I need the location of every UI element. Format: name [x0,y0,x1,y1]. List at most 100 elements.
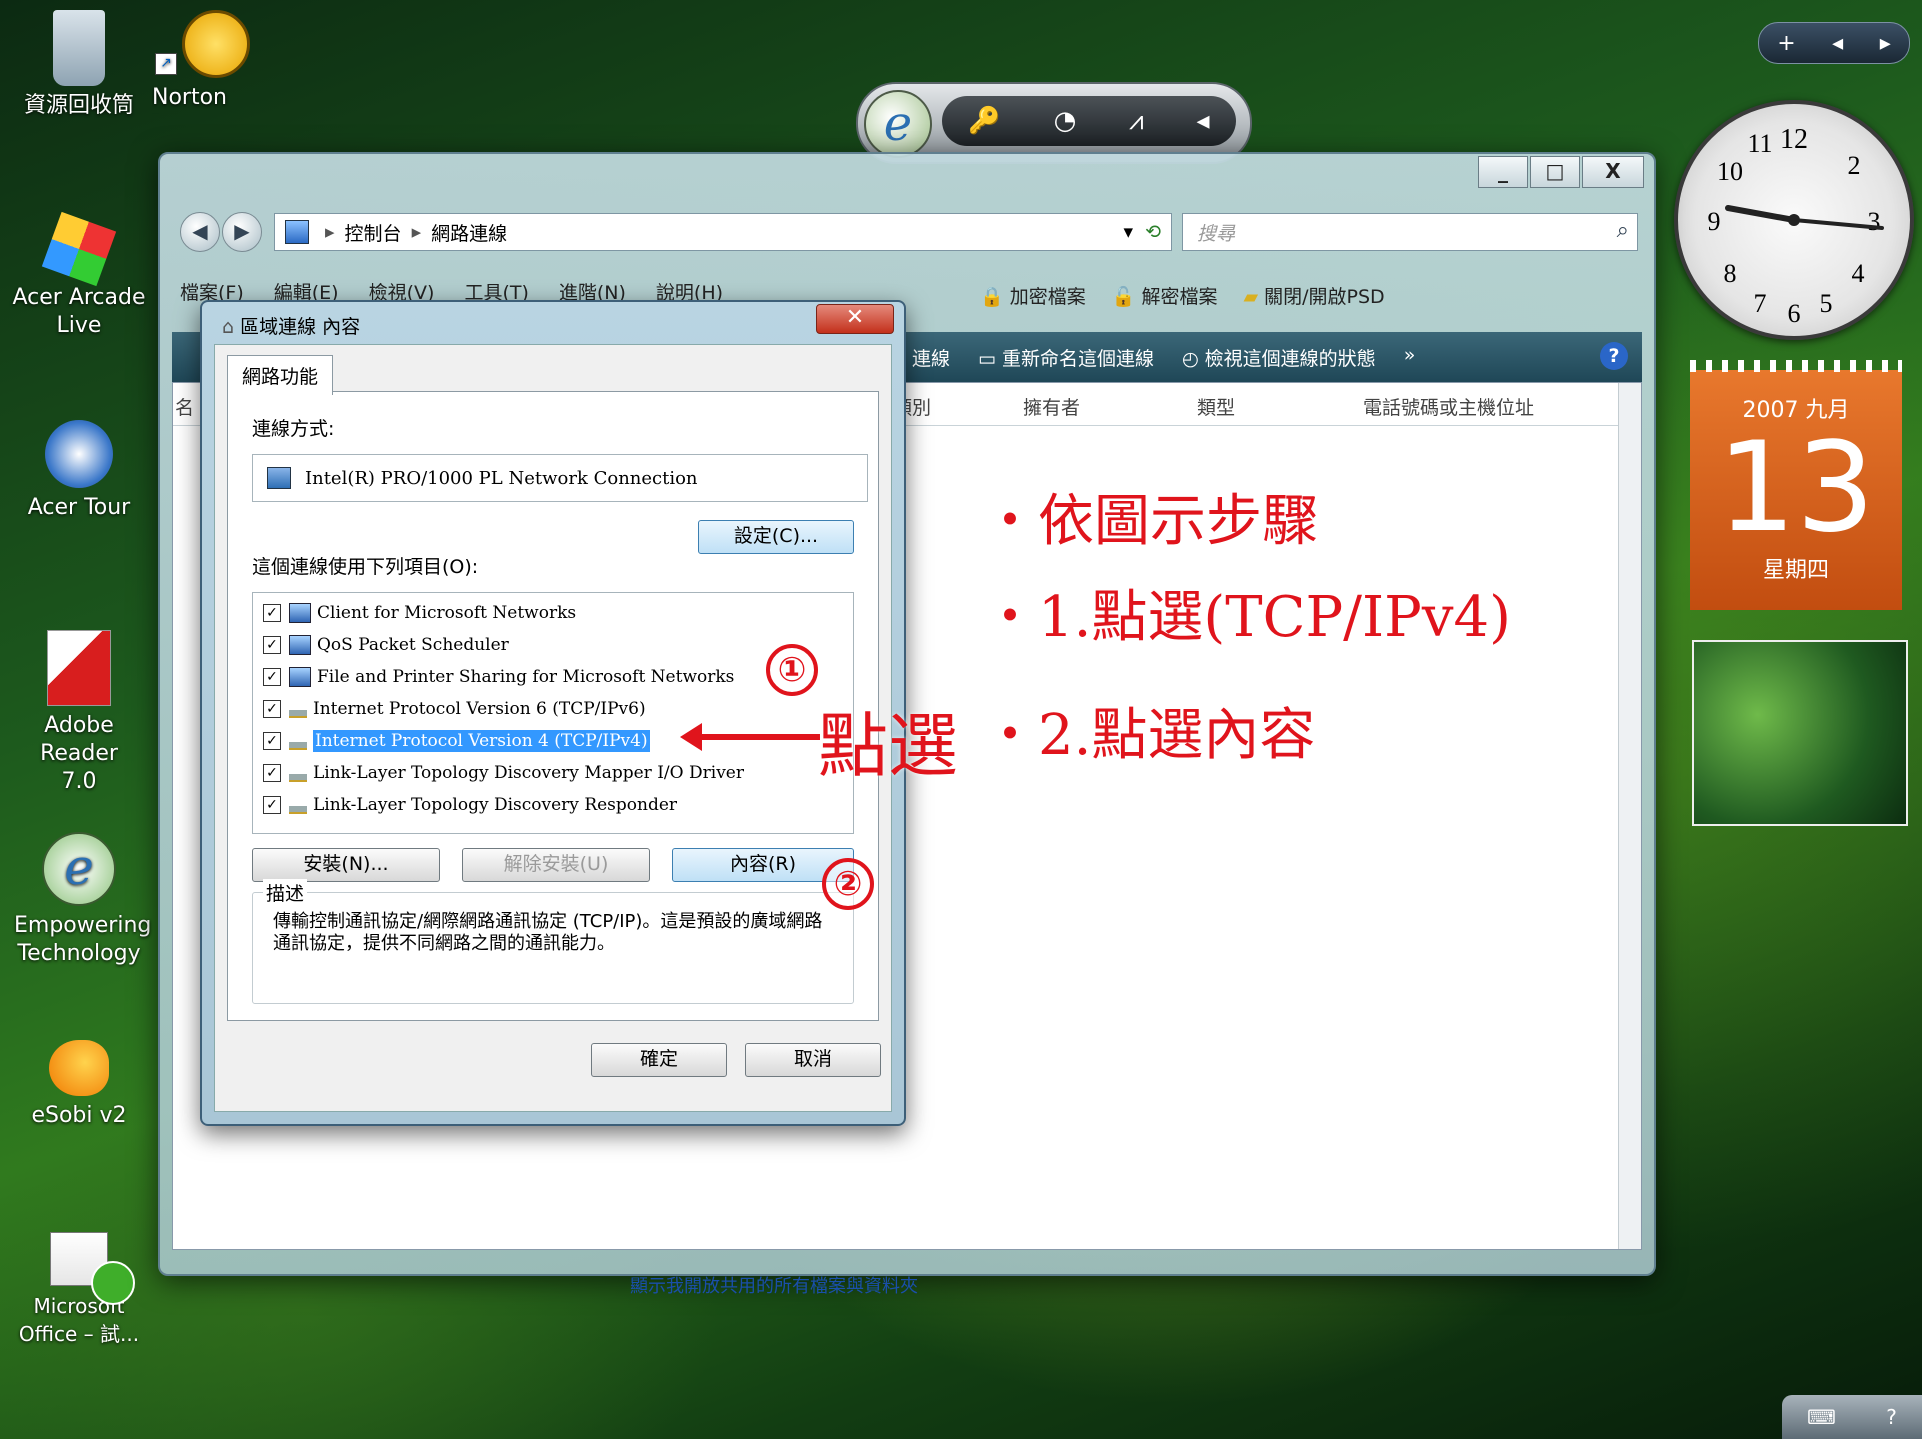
pointer-arrow [680,723,820,751]
checkbox[interactable]: ✓ [263,636,281,654]
clock-number: 4 [1852,259,1865,288]
install-button[interactable]: 安裝(N)... [252,848,440,882]
clock-gadget[interactable]: 12 2 3 4 5 6 7 8 9 10 11 [1674,100,1914,340]
list-item[interactable]: ✓ Internet Protocol Version 6 (TCP/IPv6) [253,693,853,725]
list-item[interactable]: ✓ Link-Layer Topology Discovery Responde… [253,789,853,821]
desktop-icon-label: Microsoft Office – 試... [18,1294,140,1346]
calendar-gadget[interactable]: 2007 九月 13 星期四 [1690,360,1902,610]
checkbox[interactable]: ✓ [263,732,281,750]
shortcut-arrow-icon: ↗ [155,53,177,75]
adapter-name: Intel(R) PRO/1000 PL Network Connection [305,467,698,489]
sidebar-controls: + ◂ ▸ [1758,22,1910,64]
cancel-button[interactable]: 取消 [745,1043,881,1077]
breadcrumb-control-panel[interactable]: 控制台 [345,219,402,246]
uninstall-button[interactable]: 解除安裝(U) [462,848,650,882]
refresh-icon[interactable]: ⟲ [1145,221,1161,243]
desktop-icon-norton[interactable]: ↗ Norton Intern [152,10,272,114]
breadcrumb-separator: ▸ [411,221,422,243]
status-icon: ◴ [1182,348,1199,370]
adobe-reader-icon [47,630,111,706]
play-circle-icon [91,1261,135,1305]
network-adapter-icon [267,467,291,489]
graph-icon[interactable]: ⩘ [1129,106,1144,137]
breadcrumb-separator: ▸ [325,221,335,243]
instruction-bullet-2: ・1.點選(TCP/IPv4) [982,585,1511,650]
breadcrumb-network-connections[interactable]: 網路連線 [431,219,507,246]
column-name[interactable]: 名 [175,393,194,420]
forward-button[interactable]: ▶ [222,212,262,252]
tab-networking[interactable]: 網路功能 [227,355,334,395]
desktop-icon-recycle-bin[interactable]: 資源回收筒 [4,10,154,120]
folder-icon: ▰ [1243,286,1259,308]
maximize-button[interactable]: □ [1530,156,1580,188]
help-icon[interactable]: ? [1600,342,1628,370]
search-icon[interactable]: ⌕ [1617,218,1629,243]
desktop-icon-empowering[interactable]: e Empowering Technology [4,832,154,968]
clock-number: 5 [1820,289,1833,318]
network-icon[interactable]: ◔ [1054,106,1077,136]
list-item[interactable]: ✓ File and Printer Sharing for Microsoft… [253,661,853,693]
connect-using-label: 連線方式: [252,418,335,440]
help-icon[interactable]: ? [1886,1405,1897,1429]
ms-office-trial-icon [50,1232,135,1305]
service-icon [289,667,311,687]
clock-number: 10 [1717,157,1743,186]
internet-explorer-icon[interactable]: e [864,90,932,158]
checkbox[interactable]: ✓ [263,796,281,814]
view-status-button[interactable]: ◴ 檢視這個連線的狀態 [1182,344,1376,371]
show-shared-files-link[interactable]: 顯示我開放共用的所有檔案與資料夾 [630,1272,918,1298]
step-1-marker: ① [766,644,818,696]
desktop-icon-label: Acer Arcade Live [12,285,146,338]
slideshow-gadget[interactable] [1692,640,1908,826]
lock-icon: 🔒 [980,286,1004,308]
list-item-selected-tcp-ipv4[interactable]: ✓ Internet Protocol Version 4 (TCP/IPv4) [253,725,853,757]
column-type[interactable]: 類型 [1197,393,1235,420]
desktop-icon-acer-arcade[interactable]: Acer Arcade Live [4,211,154,340]
desktop-icon-acer-tour[interactable]: Acer Tour [4,420,154,522]
desktop-icon-esobi[interactable]: eSobi v2 [4,1040,154,1130]
key-icon[interactable]: 🔑 [968,106,1000,136]
dialog-close-button[interactable]: ✕ [816,304,894,334]
recycle-bin-icon [53,10,105,86]
column-owner[interactable]: 擁有者 [1023,393,1080,420]
encrypt-file-button[interactable]: 🔒 加密檔案 [980,282,1086,309]
rename-icon: ▭ [978,348,996,370]
dropdown-arrow-icon[interactable]: ▾ [1124,221,1134,243]
configure-button[interactable]: 設定(C)... [698,520,854,554]
components-list[interactable]: ✓ Client for Microsoft Networks ✓ QoS Pa… [252,592,854,834]
ok-button[interactable]: 確定 [591,1043,727,1077]
command-connection[interactable]: 連線 [912,344,950,371]
decrypt-file-button[interactable]: 🔓 解密檔案 [1112,282,1218,309]
local-area-connection-properties-dialog[interactable]: ⌂ 區域連線 內容 ✕ 網路功能 連線方式: Intel(R) PRO/1000… [200,300,906,1126]
vertical-scrollbar[interactable] [1618,383,1641,1249]
toggle-psd-button[interactable]: ▰ 關閉/開啟PSD [1243,282,1384,309]
desktop-icon-adobe-reader[interactable]: Adobe Reader 7.0 [4,630,154,796]
desktop-icon-label: Adobe Reader 7.0 [40,713,118,794]
checkbox[interactable]: ✓ [263,764,281,782]
checkbox[interactable]: ✓ [263,668,281,686]
list-item[interactable]: ✓ Client for Microsoft Networks [253,597,853,629]
description-text: 傳輸控制通訊協定/網際網路通訊協定 (TCP/IP)。這是預設的廣域網路通訊協定… [273,911,823,954]
checkbox[interactable]: ✓ [263,604,281,622]
clock-number: 3 [1868,207,1881,236]
address-bar[interactable]: ▸ 控制台 ▸ 網路連線 ▾ ⟲ [274,213,1172,251]
list-item[interactable]: ✓ QoS Packet Scheduler [253,629,853,661]
column-phone-or-host[interactable]: 電話號碼或主機位址 [1363,393,1534,420]
list-item[interactable]: ✓ Link-Layer Topology Discovery Mapper I… [253,757,853,789]
close-button[interactable]: X [1582,156,1644,188]
minimize-button[interactable]: _ [1478,156,1528,188]
keyboard-icon[interactable]: ⌨ [1807,1405,1836,1429]
back-button[interactable]: ◀ [180,212,220,252]
connection-icon: ⌂ [222,316,235,338]
search-input[interactable]: 搜尋 ⌕ [1182,213,1638,251]
more-commands-button[interactable]: » [1404,344,1416,371]
description-legend: 描述 [263,879,308,906]
checkbox[interactable]: ✓ [263,700,281,718]
previous-gadget-button[interactable]: ◂ [1832,31,1843,56]
next-gadget-button[interactable]: ▸ [1880,31,1891,56]
desktop-icon-ms-office[interactable]: Microsoft Office – 試... [4,1232,154,1348]
add-gadget-button[interactable]: + [1777,31,1795,56]
rename-connection-button[interactable]: ▭ 重新命名這個連線 [978,344,1154,371]
acer-arcade-icon [41,211,117,287]
back-icon[interactable]: ◂ [1197,106,1210,136]
